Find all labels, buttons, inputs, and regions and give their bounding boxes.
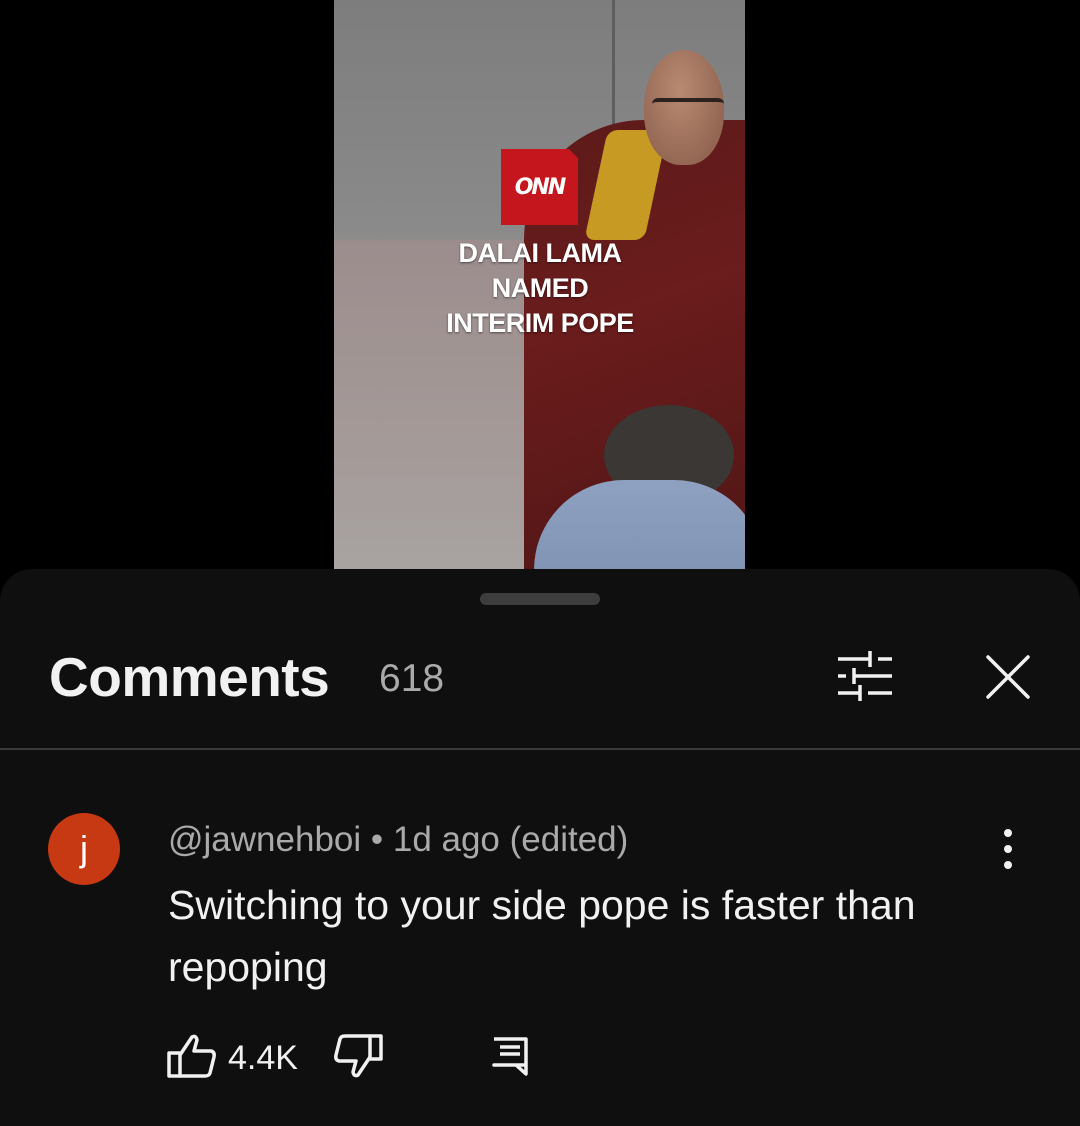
avatar[interactable]: j bbox=[48, 813, 120, 885]
drag-handle[interactable] bbox=[480, 593, 600, 605]
headline-line: NAMED bbox=[491, 273, 589, 303]
video-headline: DALAI LAMA NAMED INTERIM POPE bbox=[400, 236, 680, 341]
reply-button[interactable] bbox=[490, 1035, 530, 1077]
comments-title: Comments bbox=[49, 646, 330, 708]
onn-logo: ONN bbox=[501, 149, 578, 225]
headline-line: INTERIM POPE bbox=[446, 308, 634, 338]
comments-sheet: Comments 618 j @jawnehboi • 1d ago (edit… bbox=[0, 569, 1080, 1126]
thumbs-down-icon bbox=[334, 1034, 383, 1078]
divider bbox=[0, 748, 1080, 750]
logo-text: ONN bbox=[514, 174, 567, 200]
video-background bbox=[612, 0, 615, 130]
sort-filter-button[interactable] bbox=[830, 647, 898, 705]
thumbs-up-icon bbox=[167, 1034, 216, 1078]
dislike-button[interactable] bbox=[332, 1033, 384, 1079]
sort-filter-icon bbox=[838, 651, 892, 701]
comment-meta[interactable]: @jawnehboi • 1d ago (edited) bbox=[168, 820, 628, 860]
avatar-letter: j bbox=[80, 828, 88, 869]
reply-icon bbox=[492, 1037, 528, 1076]
like-count: 4.4K bbox=[228, 1039, 298, 1077]
more-actions-button[interactable] bbox=[990, 825, 1026, 873]
comment-text[interactable]: Switching to your side pope is faster th… bbox=[168, 874, 968, 998]
more-vert-icon bbox=[1004, 829, 1012, 869]
headline-line: DALAI LAMA bbox=[458, 238, 622, 268]
like-button[interactable] bbox=[166, 1033, 218, 1079]
video-subject bbox=[652, 98, 724, 118]
video-player[interactable]: ONN DALAI LAMA NAMED INTERIM POPE bbox=[0, 0, 1080, 575]
close-button[interactable] bbox=[980, 649, 1036, 705]
close-icon bbox=[986, 655, 1030, 699]
comments-count: 618 bbox=[379, 657, 445, 700]
